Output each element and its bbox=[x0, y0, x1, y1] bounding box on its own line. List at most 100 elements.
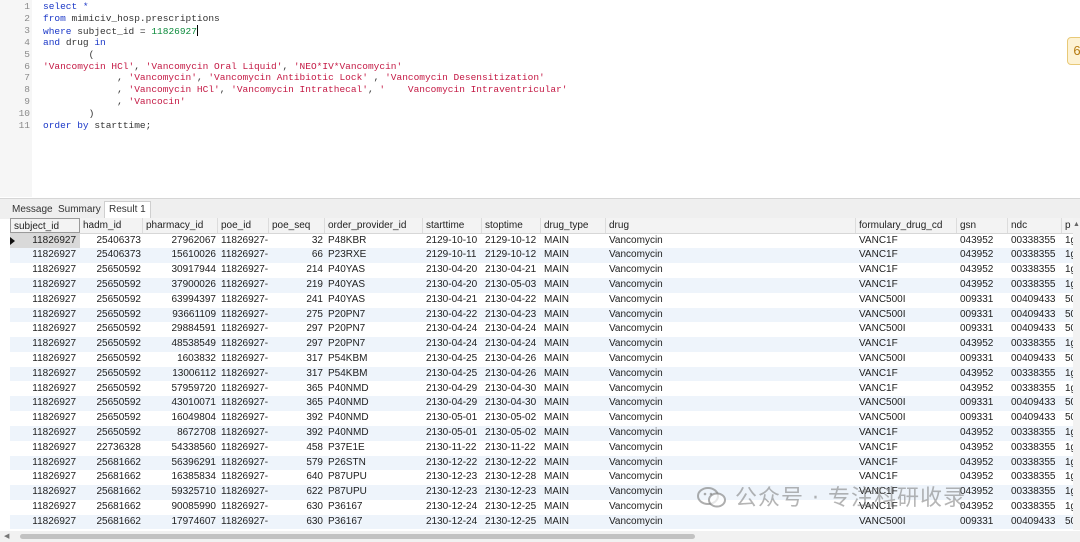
column-header-ndc[interactable]: ndc bbox=[1008, 218, 1062, 233]
cell-order-provider-id[interactable]: P36167 bbox=[325, 515, 423, 530]
cell-subject-id[interactable]: 11826927 bbox=[10, 352, 80, 367]
cell-pharmacy-id[interactable]: 29884591 bbox=[143, 322, 218, 337]
table-row[interactable]: 11826927 22736328 54338560 11826927- 458 P37E… bbox=[10, 441, 1080, 456]
cell-formulary-drug-cd[interactable]: VANC500I bbox=[856, 308, 957, 323]
cell-hadm-id[interactable]: 25650592 bbox=[80, 367, 143, 382]
cell-ndc[interactable]: 00338355 bbox=[1008, 456, 1062, 471]
cell-drug[interactable]: Vancomycin bbox=[606, 396, 856, 411]
column-header-drug-type[interactable]: drug_type bbox=[541, 218, 606, 233]
cell-hadm-id[interactable]: 25650592 bbox=[80, 293, 143, 308]
table-row[interactable]: 11826927 25650592 8672708 11826927- 392 P40NM… bbox=[10, 425, 1080, 441]
horizontal-scroll-thumb[interactable] bbox=[20, 534, 695, 539]
cell-poe-seq[interactable]: 392 bbox=[269, 426, 325, 441]
cell-poe-id[interactable]: 11826927- bbox=[218, 367, 269, 382]
cell-order-provider-id[interactable]: P87UPU bbox=[325, 470, 423, 485]
cell-poe-id[interactable]: 11826927- bbox=[218, 411, 269, 426]
cell-poe-seq[interactable]: 579 bbox=[269, 456, 325, 471]
cell-drug[interactable]: Vancomycin bbox=[606, 278, 856, 293]
cell-formulary-drug-cd[interactable]: VANC1F bbox=[856, 263, 957, 278]
cell-starttime[interactable]: 2130-04-20 bbox=[423, 278, 482, 293]
cell-stoptime[interactable]: 2130-12-22 bbox=[482, 456, 541, 471]
cell-order-provider-id[interactable]: P40YAS bbox=[325, 263, 423, 278]
cell-subject-id[interactable]: 11826927 bbox=[10, 411, 80, 426]
cell-subject-id[interactable]: 11826927 bbox=[10, 322, 80, 337]
side-panel-badge-icon[interactable]: 6 bbox=[1067, 37, 1080, 65]
cell-order-provider-id[interactable]: P40YAS bbox=[325, 278, 423, 293]
cell-pharmacy-id[interactable]: 93661109 bbox=[143, 308, 218, 323]
code-line[interactable]: 'Vancomycin HCl', 'Vancomycin Oral Liqui… bbox=[43, 61, 402, 73]
cell-formulary-drug-cd[interactable]: VANC1F bbox=[856, 367, 957, 382]
cell-ndc[interactable]: 00338355 bbox=[1008, 441, 1062, 456]
cell-drug-type[interactable]: MAIN bbox=[541, 278, 606, 293]
cell-gsn[interactable]: 043952 bbox=[957, 456, 1008, 471]
cell-gsn[interactable]: 009331 bbox=[957, 396, 1008, 411]
cell-drug-type[interactable]: MAIN bbox=[541, 500, 606, 515]
cell-subject-id[interactable]: 11826927 bbox=[10, 233, 80, 249]
cell-drug[interactable]: Vancomycin bbox=[606, 411, 856, 426]
column-header-subject-id[interactable]: subject_id bbox=[10, 218, 80, 233]
cell-pharmacy-id[interactable]: 1603832 bbox=[143, 352, 218, 367]
cell-ndc[interactable]: 00338355 bbox=[1008, 234, 1062, 249]
table-row[interactable]: 11826927 25681662 17974607 11826927- 630 P361… bbox=[10, 514, 1080, 530]
cell-gsn[interactable]: 009331 bbox=[957, 322, 1008, 337]
cell-gsn[interactable]: 043952 bbox=[957, 337, 1008, 352]
cell-poe-seq[interactable]: 622 bbox=[269, 485, 325, 500]
cell-order-provider-id[interactable]: P48KBR bbox=[325, 234, 423, 249]
cell-starttime[interactable]: 2130-04-21 bbox=[423, 293, 482, 308]
column-header-hadm-id[interactable]: hadm_id bbox=[80, 218, 143, 233]
cell-hadm-id[interactable]: 22736328 bbox=[80, 441, 143, 456]
cell-gsn[interactable]: 009331 bbox=[957, 293, 1008, 308]
cell-order-provider-id[interactable]: P40NMD bbox=[325, 426, 423, 441]
cell-poe-id[interactable]: 11826927- bbox=[218, 248, 269, 263]
cell-pharmacy-id[interactable]: 13006112 bbox=[143, 367, 218, 382]
cell-stoptime[interactable]: 2130-04-26 bbox=[482, 367, 541, 382]
cell-subject-id[interactable]: 11826927 bbox=[10, 248, 80, 263]
column-header-pharmacy-id[interactable]: pharmacy_id bbox=[143, 218, 218, 233]
cell-ndc[interactable]: 00409433 bbox=[1008, 308, 1062, 323]
cell-drug-type[interactable]: MAIN bbox=[541, 515, 606, 530]
cell-ndc[interactable]: 00338355 bbox=[1008, 278, 1062, 293]
cell-drug-type[interactable]: MAIN bbox=[541, 352, 606, 367]
cell-subject-id[interactable]: 11826927 bbox=[10, 426, 80, 441]
cell-drug-type[interactable]: MAIN bbox=[541, 426, 606, 441]
code-line[interactable]: order by starttime; bbox=[43, 120, 151, 132]
cell-stoptime[interactable]: 2130-05-02 bbox=[482, 411, 541, 426]
cell-ndc[interactable]: 00409433 bbox=[1008, 411, 1062, 426]
cell-hadm-id[interactable]: 25681662 bbox=[80, 500, 143, 515]
cell-poe-id[interactable]: 11826927- bbox=[218, 470, 269, 485]
cell-formulary-drug-cd[interactable]: VANC500I bbox=[856, 293, 957, 308]
cell-stoptime[interactable]: 2130-12-28 bbox=[482, 470, 541, 485]
tab-result-1[interactable]: Result 1 bbox=[104, 201, 151, 219]
cell-stoptime[interactable]: 2130-04-23 bbox=[482, 308, 541, 323]
column-header-formulary-drug-cd[interactable]: formulary_drug_cd bbox=[856, 218, 957, 233]
cell-poe-seq[interactable]: 275 bbox=[269, 308, 325, 323]
cell-stoptime[interactable]: 2130-04-26 bbox=[482, 352, 541, 367]
cell-subject-id[interactable]: 11826927 bbox=[10, 263, 80, 278]
cell-pharmacy-id[interactable]: 27962067 bbox=[143, 234, 218, 249]
cell-gsn[interactable]: 043952 bbox=[957, 426, 1008, 441]
cell-starttime[interactable]: 2130-12-23 bbox=[423, 470, 482, 485]
cell-subject-id[interactable]: 11826927 bbox=[10, 456, 80, 471]
cell-poe-id[interactable]: 11826927- bbox=[218, 515, 269, 530]
cell-hadm-id[interactable]: 25650592 bbox=[80, 322, 143, 337]
cell-drug[interactable]: Vancomycin bbox=[606, 441, 856, 456]
cell-stoptime[interactable]: 2130-05-02 bbox=[482, 426, 541, 441]
cell-poe-id[interactable]: 11826927- bbox=[218, 426, 269, 441]
cell-drug-type[interactable]: MAIN bbox=[541, 293, 606, 308]
cell-ndc[interactable]: 00338355 bbox=[1008, 337, 1062, 352]
cell-ndc[interactable]: 00338355 bbox=[1008, 485, 1062, 500]
cell-formulary-drug-cd[interactable]: VANC1F bbox=[856, 426, 957, 441]
cell-starttime[interactable]: 2130-12-24 bbox=[423, 515, 482, 530]
cell-poe-id[interactable]: 11826927- bbox=[218, 278, 269, 293]
cell-subject-id[interactable]: 11826927 bbox=[10, 470, 80, 485]
cell-hadm-id[interactable]: 25406373 bbox=[80, 234, 143, 249]
cell-starttime[interactable]: 2130-12-23 bbox=[423, 485, 482, 500]
cell-order-provider-id[interactable]: P36167 bbox=[325, 500, 423, 515]
cell-subject-id[interactable]: 11826927 bbox=[10, 367, 80, 382]
cell-stoptime[interactable]: 2130-11-22 bbox=[482, 441, 541, 456]
cell-starttime[interactable]: 2129-10-10 bbox=[423, 234, 482, 249]
cell-formulary-drug-cd[interactable]: VANC500I bbox=[856, 322, 957, 337]
cell-hadm-id[interactable]: 25650592 bbox=[80, 382, 143, 397]
cell-drug[interactable]: Vancomycin bbox=[606, 456, 856, 471]
cell-subject-id[interactable]: 11826927 bbox=[10, 441, 80, 456]
